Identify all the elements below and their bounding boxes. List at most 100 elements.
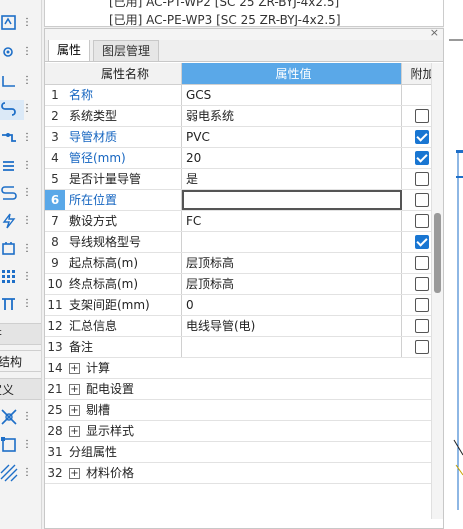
panel-titlebar: ×: [45, 26, 443, 40]
table-row[interactable]: 13 备注: [45, 337, 443, 358]
table-row[interactable]: 10 终点标高(m) 层顶标高: [45, 274, 443, 295]
table-row[interactable]: 2 系统类型 弱电系统: [45, 106, 443, 127]
more-icon[interactable]: ⋮: [22, 102, 36, 116]
more-icon[interactable]: ⋮: [22, 410, 36, 424]
checkbox-checked[interactable]: [415, 130, 429, 144]
expand-icon[interactable]: +: [69, 467, 80, 479]
table-row[interactable]: 9 起点标高(m) 层顶标高: [45, 253, 443, 274]
more-icon[interactable]: ⋮: [22, 242, 36, 256]
more-icon[interactable]: ⋮: [22, 45, 36, 59]
checkbox[interactable]: [415, 277, 429, 291]
property-value[interactable]: 层顶标高: [182, 253, 402, 273]
support-tool-icon[interactable]: [0, 295, 24, 315]
property-name: 导管材质: [65, 127, 182, 147]
more-icon[interactable]: ⋮: [22, 466, 36, 480]
cross-tool-icon[interactable]: [0, 408, 24, 428]
checkbox-checked[interactable]: [415, 235, 429, 249]
pipe-tool-icon[interactable]: [0, 129, 24, 149]
more-icon[interactable]: ⋮: [22, 297, 36, 311]
property-name: 是否计量导管: [65, 169, 182, 189]
group-row[interactable]: 25 + 剔槽: [45, 400, 443, 421]
row-index: 6: [45, 190, 65, 210]
table-row[interactable]: 3 导管材质 PVC: [45, 127, 443, 148]
property-value[interactable]: 电线导管(电): [182, 316, 402, 336]
point-tool-icon[interactable]: [0, 43, 24, 63]
table-row[interactable]: 12 汇总信息 电线导管(电): [45, 316, 443, 337]
tab-properties[interactable]: 属性: [48, 39, 91, 61]
more-icon[interactable]: ⋮: [22, 438, 36, 452]
list-item[interactable]: [已用] AC-PT-WP2 [SC 25 ZR-BYJ-4x2.5]: [109, 0, 339, 10]
table-row[interactable]: 6 所在位置: [45, 190, 443, 211]
expand-icon[interactable]: +: [69, 362, 80, 374]
header-name[interactable]: 属性名称: [65, 63, 182, 84]
line-tool-icon[interactable]: [0, 72, 24, 92]
side-label-3[interactable]: 定义: [0, 378, 41, 400]
table-row[interactable]: 7 敷设方式 FC: [45, 211, 443, 232]
property-value[interactable]: [182, 232, 402, 252]
group-row[interactable]: 14 + 计算: [45, 358, 443, 379]
table-row[interactable]: 8 导线规格型号: [45, 232, 443, 253]
checkbox-checked[interactable]: [415, 151, 429, 165]
property-value[interactable]: 0: [182, 295, 402, 315]
group-row[interactable]: 32 + 材料价格: [45, 463, 443, 484]
table-row[interactable]: 4 管径(mm) 20: [45, 148, 443, 169]
checkbox[interactable]: [415, 193, 429, 207]
device-tool-icon[interactable]: [0, 240, 24, 260]
close-icon[interactable]: ×: [430, 26, 439, 39]
property-value[interactable]: PVC: [182, 127, 402, 147]
scrollbar-thumb[interactable]: [434, 213, 441, 293]
checkbox[interactable]: [415, 256, 429, 270]
checkbox[interactable]: [415, 214, 429, 228]
grid-tool-icon[interactable]: [0, 268, 24, 288]
group-row[interactable]: 21 + 配电设置: [45, 379, 443, 400]
header-value[interactable]: 属性值: [182, 63, 402, 84]
table-row[interactable]: 5 是否计量导管是: [45, 169, 443, 190]
property-value[interactable]: [182, 337, 402, 357]
table-row[interactable]: 1 名称 GCS: [45, 85, 443, 106]
checkbox[interactable]: [415, 340, 429, 354]
expand-icon[interactable]: +: [69, 404, 80, 416]
property-value[interactable]: 弱电系统: [182, 106, 402, 126]
property-panel: × 属性 图层管理 属性名称 属性值 附加 1 名称 GCS 2 系统类型 弱电系统 3 导管…: [44, 26, 444, 529]
property-value[interactable]: [182, 190, 402, 210]
group-name-cell: + 材料价格: [65, 463, 443, 483]
conduit-tool-icon[interactable]: [0, 100, 24, 120]
property-value[interactable]: 层顶标高: [182, 274, 402, 294]
side-label-2[interactable]: 筑结构: [0, 350, 41, 372]
property-value[interactable]: FC: [182, 211, 402, 231]
checkbox[interactable]: [415, 319, 429, 333]
more-icon[interactable]: ⋮: [22, 159, 36, 173]
more-icon[interactable]: ⋮: [22, 131, 36, 145]
checkbox[interactable]: [415, 109, 429, 123]
tab-layer-manager[interactable]: 图层管理: [93, 40, 160, 61]
property-value[interactable]: GCS: [182, 85, 402, 105]
side-label-1[interactable]: 符: [0, 323, 41, 345]
checkbox[interactable]: [415, 298, 429, 312]
property-value[interactable]: 是: [182, 169, 402, 189]
header-index: [45, 63, 65, 84]
row-index: 4: [51, 151, 59, 165]
drawing-tool-icon[interactable]: [0, 14, 24, 34]
more-icon[interactable]: ⋮: [22, 186, 36, 200]
more-icon[interactable]: ⋮: [22, 270, 36, 284]
expand-icon[interactable]: +: [69, 425, 80, 437]
vertical-scrollbar[interactable]: [431, 63, 443, 519]
more-icon[interactable]: ⋮: [22, 74, 36, 88]
rect-tool-icon[interactable]: [0, 436, 24, 456]
layer-tool-icon[interactable]: [0, 157, 24, 177]
checkbox[interactable]: [415, 172, 429, 186]
hatch-tool-icon[interactable]: [0, 464, 24, 484]
list-item[interactable]: [已用] AC-PE-WP3 [SC 25 ZR-BYJ-4x2.5]: [109, 11, 341, 26]
property-value[interactable]: 20: [182, 148, 402, 168]
table-row[interactable]: 11 支架间距(mm) 0: [45, 295, 443, 316]
more-icon[interactable]: ⋮: [22, 214, 36, 228]
expand-icon[interactable]: +: [69, 383, 80, 395]
property-name: 管径(mm): [65, 148, 182, 168]
group-row[interactable]: 28 + 显示样式: [45, 421, 443, 442]
more-icon[interactable]: ⋮: [22, 16, 36, 30]
wire-tool-icon[interactable]: [0, 184, 24, 204]
lightning-tool-icon[interactable]: [0, 212, 24, 232]
group-row[interactable]: 31 分组属性: [45, 442, 443, 463]
canvas-edge: [444, 0, 463, 529]
group-name: 显示样式: [86, 423, 135, 438]
